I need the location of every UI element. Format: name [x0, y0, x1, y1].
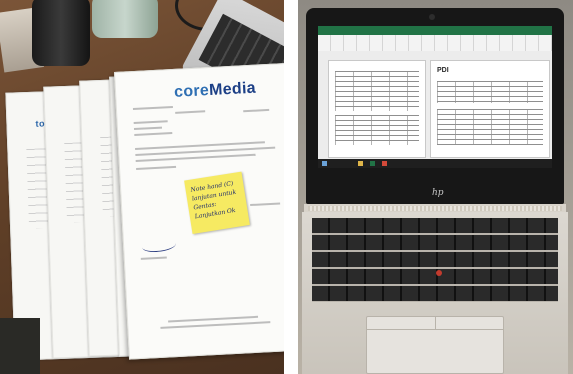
excel-toolbar	[318, 35, 552, 51]
spreadsheet-page-right: PDI	[430, 60, 550, 158]
text-line	[133, 126, 163, 131]
laptop-screen: PDI	[318, 26, 552, 168]
document-logo: PDI	[437, 67, 449, 74]
windows-taskbar	[318, 159, 552, 168]
keyboard	[312, 218, 558, 302]
footer-line	[160, 321, 271, 329]
hp-logo: hp	[432, 188, 444, 198]
spreadsheet-cells	[437, 81, 543, 103]
floor-shadow	[0, 318, 40, 374]
key-row	[312, 218, 558, 233]
photo-documents-on-desk: toko coreMedia	[0, 0, 284, 374]
laptop-lid: PDI hp	[306, 8, 564, 204]
text-line	[140, 256, 167, 260]
folder-icon	[358, 161, 363, 166]
text-line	[136, 165, 177, 170]
key-row	[312, 269, 558, 284]
letterhead-logo: coreMedia	[174, 80, 257, 102]
black-tumbler	[32, 0, 90, 66]
brand-part-2: Media	[208, 79, 257, 100]
collage-divider	[284, 0, 298, 374]
green-mug	[92, 0, 158, 38]
photo-collage: toko coreMedia	[0, 0, 573, 374]
signature	[141, 237, 177, 253]
top-letter: coreMedia Note hand (C) lanjutan untuk G…	[114, 62, 284, 360]
webcam	[429, 14, 435, 20]
text-line	[243, 108, 270, 113]
key-row	[312, 235, 558, 250]
spreadsheet-cells	[335, 71, 419, 111]
browser-icon	[382, 161, 387, 166]
text-line	[132, 105, 173, 111]
excel-ribbon	[318, 26, 552, 35]
laptop-base	[302, 212, 568, 374]
trackpoint	[436, 270, 442, 276]
spreadsheet-cells	[335, 115, 419, 145]
text-line	[134, 132, 173, 137]
touchpad	[366, 316, 504, 374]
speaker-grille	[308, 206, 562, 211]
spreadsheet-cells	[437, 109, 543, 145]
key-row	[312, 286, 558, 301]
text-line	[250, 202, 281, 207]
sticky-note-text: Note hand (C) lanjutan untuk Gentas: Lan…	[190, 180, 237, 221]
start-icon	[322, 161, 327, 166]
sticky-note: Note hand (C) lanjutan untuk Gentas: Lan…	[184, 171, 250, 234]
document-stack: toko coreMedia	[4, 62, 284, 372]
spreadsheet-page-left	[328, 60, 426, 158]
text-line	[133, 120, 168, 125]
excel-icon	[370, 161, 375, 166]
brand-part-1: core	[173, 82, 210, 101]
text-line	[175, 110, 206, 114]
photo-laptop-spreadsheet: PDI hp	[298, 0, 573, 374]
key-row	[312, 252, 558, 267]
touchpad-button-split	[435, 317, 436, 329]
